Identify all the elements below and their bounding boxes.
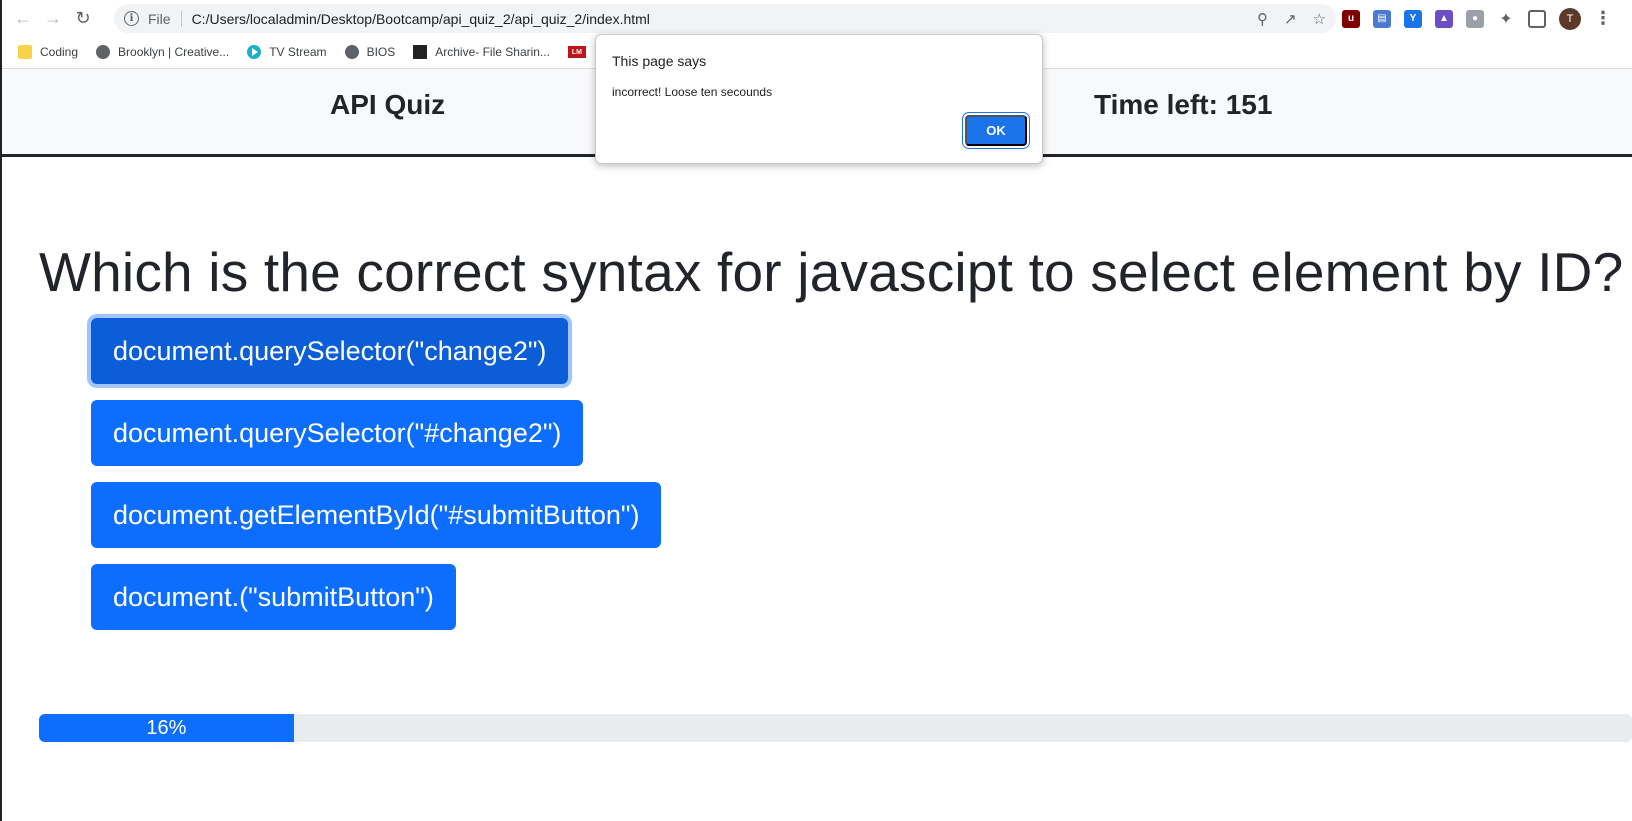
globe-icon bbox=[344, 45, 359, 59]
profile-avatar[interactable]: T bbox=[1559, 7, 1581, 30]
answer-list: document.querySelector("change2") docume… bbox=[91, 318, 662, 630]
extension-triangle-icon[interactable]: ▲ bbox=[1435, 9, 1453, 28]
address-url[interactable]: C:/Users/localadmin/Desktop/Bootcamp/api… bbox=[192, 11, 650, 27]
answer-button-3[interactable]: document.getElementById("#submitButton") bbox=[91, 482, 662, 548]
info-icon[interactable]: i bbox=[124, 11, 139, 26]
back-arrow-icon[interactable]: ← bbox=[8, 3, 38, 33]
dialog-message: incorrect! Loose ten secounds bbox=[612, 85, 773, 99]
globe-icon bbox=[96, 45, 111, 59]
bookmark-label: Coding bbox=[40, 45, 79, 59]
quiz-progress: 16% bbox=[39, 714, 1632, 742]
extensions-bar: u ▤ Y ▲ ● ✦ T ⋮ bbox=[1342, 4, 1612, 33]
bookmark-label: TV Stream bbox=[269, 45, 327, 59]
bookmark-label: BIOS bbox=[366, 45, 396, 59]
bookmark-label: Brooklyn | Creative... bbox=[118, 45, 230, 59]
bookmark-star-icon[interactable]: ☆ bbox=[1313, 10, 1326, 28]
bookmark-label: Archive- File Sharin... bbox=[435, 45, 550, 59]
address-actions: ⚲ ↗ ☆ bbox=[1257, 4, 1326, 33]
browser-toolbar: ← → ↻ i File C:/Users/localadmin/Desktop… bbox=[2, 0, 1632, 36]
play-icon bbox=[247, 45, 262, 59]
puzzle-icon[interactable]: ✦ bbox=[1497, 10, 1515, 28]
extension-circle-icon[interactable]: ● bbox=[1466, 9, 1484, 28]
bookmark-tv-stream[interactable]: TV Stream bbox=[247, 45, 327, 59]
page-title: API Quiz bbox=[330, 89, 446, 120]
translate-extension-icon[interactable]: ▤ bbox=[1373, 9, 1391, 28]
answer-button-4[interactable]: document.("submitButton") bbox=[91, 564, 456, 630]
ublock-extension-icon[interactable]: u bbox=[1342, 9, 1360, 28]
side-panel-icon[interactable] bbox=[1528, 9, 1546, 28]
zoom-icon[interactable]: ⚲ bbox=[1257, 10, 1268, 28]
reload-icon[interactable]: ↻ bbox=[68, 3, 98, 33]
file-label: File bbox=[148, 10, 171, 27]
bookmark-brooklyn[interactable]: Brooklyn | Creative... bbox=[96, 45, 229, 59]
forward-arrow-icon[interactable]: → bbox=[38, 3, 68, 33]
question-text: Which is the correct syntax for javascip… bbox=[39, 241, 1624, 303]
bookmark-bios[interactable]: BIOS bbox=[344, 45, 396, 59]
menu-dots-icon[interactable]: ⋮ bbox=[1594, 8, 1612, 29]
ok-button[interactable]: OK bbox=[965, 115, 1027, 146]
alert-dialog: This page says incorrect! Loose ten seco… bbox=[595, 34, 1043, 164]
bookmark-coding[interactable]: Coding bbox=[18, 45, 78, 59]
answer-button-2[interactable]: document.querySelector("#change2") bbox=[91, 400, 584, 466]
answer-button-1[interactable]: document.querySelector("change2") bbox=[91, 318, 569, 384]
dialog-title: This page says bbox=[612, 53, 707, 69]
archive-icon bbox=[413, 45, 428, 59]
address-bar[interactable]: i File C:/Users/localadmin/Desktop/Bootc… bbox=[114, 4, 1336, 33]
browser-window: ← → ↻ i File C:/Users/localadmin/Desktop… bbox=[0, 0, 1632, 821]
address-separator bbox=[180, 10, 182, 27]
lm-icon: LM bbox=[567, 46, 586, 58]
progress-bar-fill: 16% bbox=[39, 714, 294, 742]
folder-icon bbox=[18, 45, 32, 59]
time-left: Time left: 151 bbox=[1094, 89, 1273, 120]
bookmark-archive[interactable]: Archive- File Sharin... bbox=[413, 45, 550, 59]
share-icon[interactable]: ↗ bbox=[1284, 10, 1297, 28]
extension-y-icon[interactable]: Y bbox=[1404, 9, 1422, 28]
